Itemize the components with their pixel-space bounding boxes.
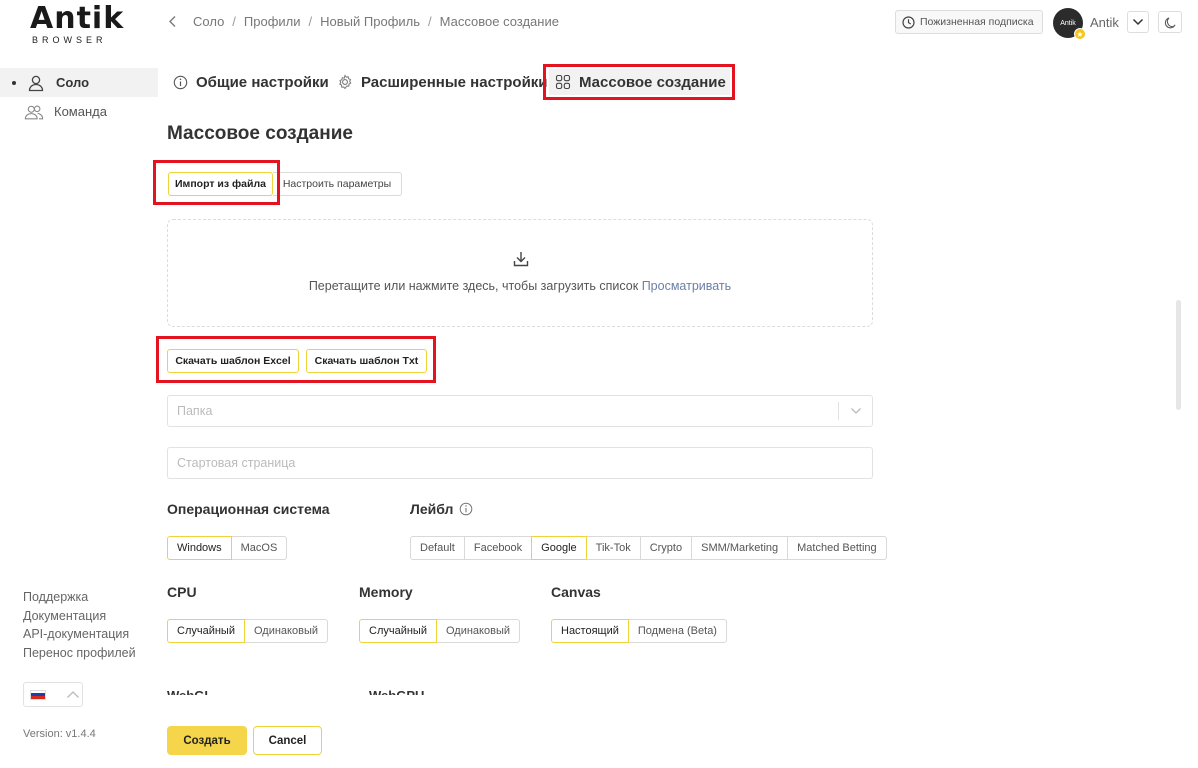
info-icon: [173, 75, 196, 90]
highlight-box-import: [153, 160, 280, 205]
sidebar: Antik BROWSER Соло Команда Поддержка Док…: [0, 0, 158, 768]
support-link[interactable]: Поддержка: [23, 588, 136, 607]
chevron-up-icon: [66, 690, 80, 699]
back-arrow-icon[interactable]: [168, 15, 177, 28]
canvas-label: Canvas: [551, 584, 601, 600]
grid-icon: [555, 74, 579, 90]
dropzone-instruction: Перетащите или нажмите здесь, чтобы загр…: [308, 279, 639, 293]
tab-label: Массовое создание: [579, 73, 726, 91]
os-option-macos[interactable]: MacOS: [230, 536, 288, 560]
cpu-label: CPU: [167, 584, 197, 600]
active-dot: [12, 80, 16, 85]
user-menu-dropdown[interactable]: [1127, 11, 1149, 33]
create-button[interactable]: Создать: [167, 726, 247, 755]
breadcrumb: Соло / Профили / Новый Профиль / Массово…: [168, 14, 559, 29]
breadcrumb-item-profiles[interactable]: Профили: [244, 14, 301, 29]
api-docs-link[interactable]: API-документация: [23, 625, 136, 644]
cpu-segmented: Случайный Одинаковый: [167, 619, 329, 643]
user-name[interactable]: Antik: [1090, 15, 1119, 30]
sidebar-item-label: Команда: [54, 104, 107, 119]
team-icon: [24, 102, 44, 122]
profile-transfer-link[interactable]: Перенос профилей: [23, 644, 136, 663]
documentation-link[interactable]: Документация: [23, 607, 136, 626]
canvas-option-spoof-beta[interactable]: Подмена (Beta): [627, 619, 727, 643]
browse-link[interactable]: Просматривать: [642, 279, 731, 293]
download-icon: [512, 250, 530, 273]
clock-icon: [902, 15, 920, 29]
label-option-google[interactable]: Google: [531, 536, 587, 560]
webgl-label: WebGL: [167, 688, 212, 695]
configure-params-button[interactable]: Настроить параметры: [273, 172, 402, 196]
language-selector[interactable]: [23, 682, 83, 707]
label-group-heading: Лейбл: [410, 501, 473, 517]
os-option-windows[interactable]: Windows: [167, 536, 232, 560]
canvas-segmented: Настоящий Подмена (Beta): [551, 619, 727, 643]
label-segmented: Default Facebook Google Tik-Tok Crypto S…: [410, 536, 887, 560]
dropzone-text: Перетащите или нажмите здесь, чтобы загр…: [168, 279, 872, 293]
version-label: Version: v1.4.4: [23, 728, 96, 740]
tab-general-settings[interactable]: Общие настройки: [173, 72, 329, 92]
highlight-box-templates: [156, 336, 436, 383]
memory-label: Memory: [359, 584, 413, 600]
star-icon: ★: [1074, 28, 1086, 40]
memory-segmented: Случайный Одинаковый: [359, 619, 521, 643]
label-option-crypto[interactable]: Crypto: [639, 536, 693, 560]
chevron-down-icon: [1132, 18, 1144, 26]
user-icon: [26, 73, 46, 93]
os-segmented: Windows MacOS: [167, 536, 288, 560]
file-dropzone[interactable]: Перетащите или нажмите здесь, чтобы загр…: [167, 219, 873, 327]
memory-option-random[interactable]: Случайный: [359, 619, 437, 643]
cancel-button[interactable]: Cancel: [253, 726, 322, 755]
logo-subtext: BROWSER: [32, 35, 107, 45]
ru-flag-icon: [30, 689, 46, 700]
breadcrumb-separator: /: [308, 14, 313, 29]
webgpu-label: WebGPU: [369, 688, 424, 695]
label-option-tiktok[interactable]: Tik-Tok: [585, 536, 641, 560]
breadcrumb-separator: /: [232, 14, 236, 29]
folder-select[interactable]: Папка: [167, 395, 873, 427]
sidebar-item-label: Соло: [56, 75, 90, 90]
label-group-title: Лейбл: [410, 501, 454, 517]
breadcrumb-item-new-profile[interactable]: Новый Профиль: [320, 14, 420, 29]
label-option-facebook[interactable]: Facebook: [463, 536, 533, 560]
os-label: Операционная система: [167, 501, 330, 517]
breadcrumb-separator: /: [428, 14, 432, 29]
cpu-option-same[interactable]: Одинаковый: [243, 619, 329, 643]
info-icon[interactable]: [459, 502, 473, 516]
label-option-smm-marketing[interactable]: SMM/Marketing: [691, 536, 789, 560]
page-title: Массовое создание: [167, 123, 353, 144]
scrollbar[interactable]: [1176, 300, 1181, 410]
sidebar-links: Поддержка Документация API-документация …: [23, 588, 136, 662]
avatar[interactable]: Antik ★: [1053, 8, 1086, 40]
tab-mass-creation[interactable]: Массовое создание: [555, 72, 726, 92]
theme-toggle[interactable]: [1158, 11, 1182, 33]
gear-icon: [337, 74, 361, 90]
cpu-option-random[interactable]: Случайный: [167, 619, 245, 643]
app-logo[interactable]: Antik BROWSER: [30, 4, 130, 46]
canvas-option-real[interactable]: Настоящий: [551, 619, 629, 643]
sidebar-item-team[interactable]: Команда: [0, 97, 158, 126]
logo-text: Antik: [30, 1, 125, 36]
label-option-matched-betting[interactable]: Matched Betting: [787, 536, 887, 560]
tab-label: Общие настройки: [196, 73, 329, 91]
tab-label: Расширенные настройки: [361, 73, 548, 91]
chevron-down-icon: [838, 402, 872, 420]
tab-advanced-settings[interactable]: Расширенные настройки: [337, 72, 548, 92]
moon-icon: [1164, 16, 1177, 29]
memory-option-same[interactable]: Одинаковый: [435, 619, 521, 643]
start-page-input[interactable]: Стартовая страница: [167, 447, 873, 479]
avatar-text: Antik: [1060, 19, 1076, 27]
subscription-button[interactable]: Пожизненная подписка: [895, 10, 1043, 34]
subscription-label: Пожизненная подписка: [920, 16, 1034, 28]
sidebar-item-solo[interactable]: Соло: [0, 68, 158, 97]
start-page-placeholder: Стартовая страница: [177, 456, 296, 470]
breadcrumb-item-solo[interactable]: Соло: [193, 14, 224, 29]
breadcrumb-item-current: Массовое создание: [439, 14, 559, 29]
label-option-default[interactable]: Default: [410, 536, 465, 560]
folder-placeholder: Папка: [177, 404, 213, 418]
